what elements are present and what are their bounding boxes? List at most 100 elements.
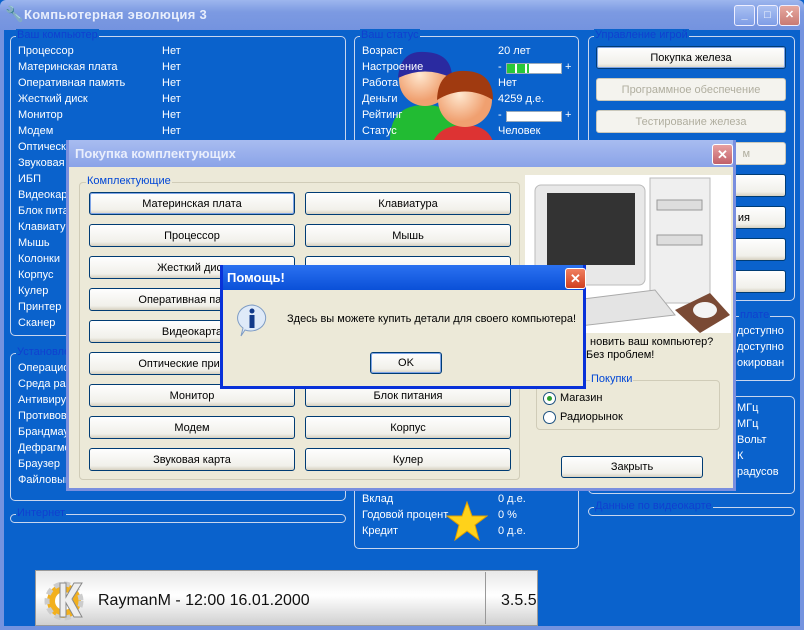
computer-group-title: Ваш компьютер xyxy=(16,29,99,41)
increase-rating-button[interactable]: + xyxy=(565,109,571,121)
status-rating-label: Рейтинг xyxy=(362,109,403,121)
radio-market-label: Радиорынок xyxy=(560,411,623,423)
minimize-button[interactable]: _ xyxy=(734,5,755,26)
status-credit-label: Кредит xyxy=(362,525,399,537)
shop-close-button[interactable]: Закрыть xyxy=(561,456,703,478)
status-status-label: Статус xyxy=(362,125,397,137)
control-button[interactable]: Тестирование железа xyxy=(596,110,786,133)
help-dialog: Помощь! ✕ Здесь вы можете купить детали … xyxy=(220,265,586,389)
mood-bar-fill xyxy=(507,64,529,73)
computer-item-label: Кулер xyxy=(18,285,49,297)
status-age-value: 20 лет xyxy=(498,45,531,57)
status-job-label: Работа xyxy=(362,77,399,89)
video-group-title: Данные по видеокарте xyxy=(594,500,713,512)
promo-text-1: новить ваш компьютер? xyxy=(590,336,714,348)
decrease-mood-button[interactable]: - xyxy=(498,61,502,73)
title-bar: 🔧 Компьютерная эволюция 3 _ □ ✕ xyxy=(0,0,804,30)
increase-mood-button[interactable]: + xyxy=(565,61,571,73)
radio-market[interactable] xyxy=(543,411,556,424)
help-dialog-title: Помощь! xyxy=(223,265,583,290)
shop-close-x-button[interactable]: ✕ xyxy=(712,144,733,165)
shop-dialog-title: Покупка комплектующих xyxy=(69,140,733,167)
computer-item-value: Нет xyxy=(162,125,181,137)
board-group-title: плате xyxy=(739,309,771,321)
computer-item-label: Принтер xyxy=(18,301,62,313)
close-button[interactable]: ✕ xyxy=(779,5,800,26)
status-bar: RaymanM - 12:00 16.01.2000 3.5.5 xyxy=(35,570,538,626)
status-group-title: Ваш статус xyxy=(360,29,420,41)
computer-item-value: Нет xyxy=(162,61,181,73)
internet-group-title: Интернет xyxy=(16,507,66,519)
sensor-item: радусов xyxy=(737,466,779,478)
internet-group: Интернет xyxy=(10,507,346,523)
help-close-x-button[interactable]: ✕ xyxy=(565,268,586,289)
computer-item-label: Монитор xyxy=(18,109,63,121)
computer-item-label: Процессор xyxy=(18,45,74,57)
purchase-group-title: Покупки xyxy=(590,373,634,385)
control-button[interactable]: Покупка железа xyxy=(596,46,786,69)
status-job-value: Нет xyxy=(498,77,517,89)
promo-text-2: Без проблем! xyxy=(586,349,655,361)
component-button[interactable]: Мышь xyxy=(305,224,511,247)
control-group-title: Управление игрой xyxy=(594,29,689,41)
status-mood-label: Настроение xyxy=(362,61,424,73)
status-credit-value: 0 д.е. xyxy=(498,525,526,537)
computer-item-label: Колонки xyxy=(18,253,60,265)
star-icon xyxy=(446,501,488,541)
component-button[interactable]: Процессор xyxy=(89,224,295,247)
status-money-label: Деньги xyxy=(362,93,398,105)
version-text: 3.5.5 xyxy=(501,592,537,609)
computer-item-value: Нет xyxy=(162,109,181,121)
component-button[interactable]: Клавиатура xyxy=(305,192,511,215)
board-item: доступно xyxy=(737,341,784,353)
computer-item-label: Жесткий диск xyxy=(18,93,88,105)
sensor-item: МГц xyxy=(737,402,759,414)
kde-gear-icon xyxy=(44,581,84,621)
info-icon xyxy=(237,304,267,337)
status-status-value: Человек xyxy=(498,125,541,137)
window-title: Компьютерная эволюция 3 xyxy=(24,7,208,22)
decrease-rating-button[interactable]: - xyxy=(498,109,502,121)
help-message: Здесь вы можете купить детали для своего… xyxy=(287,313,577,325)
computer-item-label: ИБП xyxy=(18,173,42,185)
computer-item-label: Сканер xyxy=(18,317,56,329)
computer-item-value: Нет xyxy=(162,45,181,57)
status-deposit-label: Вклад xyxy=(362,493,394,505)
board-item: окирован xyxy=(737,357,785,369)
sensor-item: Вольт xyxy=(737,434,767,446)
status-rate-label: Годовой процент xyxy=(362,509,449,521)
computer-item-value: Нет xyxy=(162,93,181,105)
components-group-title: Комплектующие xyxy=(86,175,172,187)
computer-item-value: Нет xyxy=(162,77,181,89)
status-age-label: Возраст xyxy=(362,45,404,57)
computer-item-label: Модем xyxy=(18,125,54,137)
maximize-button[interactable]: □ xyxy=(757,5,778,26)
software-item: Антивирус xyxy=(18,394,72,406)
component-button[interactable]: Модем xyxy=(89,416,295,439)
computer-item-label: Корпус xyxy=(18,269,54,281)
software-item: Браузер xyxy=(18,458,60,470)
component-button[interactable]: Корпус xyxy=(305,416,511,439)
board-item: доступно xyxy=(737,325,784,337)
component-button[interactable]: Материнская плата xyxy=(89,192,295,215)
rating-bar xyxy=(506,111,562,122)
sensor-item: МГц xyxy=(737,418,759,430)
component-button[interactable]: Звуковая карта xyxy=(89,448,295,471)
status-text: RaymanM - 12:00 16.01.2000 xyxy=(98,592,310,609)
radio-shop-label: Магазин xyxy=(560,392,603,404)
mood-bar xyxy=(506,63,562,74)
sensor-item: К xyxy=(737,450,744,462)
component-button[interactable]: Кулер xyxy=(305,448,511,471)
status-rate-value: 0 % xyxy=(498,509,517,521)
status-deposit-value: 0 д.е. xyxy=(498,493,526,505)
radio-shop[interactable] xyxy=(543,392,556,405)
video-group: Данные по видеокарте xyxy=(588,500,795,516)
ok-button[interactable]: OK xyxy=(370,352,442,374)
computer-item-label: Материнская плата xyxy=(18,61,118,73)
status-money-value: 4259 д.е. xyxy=(498,93,545,105)
computer-item-label: Мышь xyxy=(18,237,50,249)
computer-item-label: Оперативная память xyxy=(18,77,126,89)
wrench-icon: 🔧 xyxy=(5,6,24,23)
status-bar-divider xyxy=(485,572,486,624)
control-button[interactable]: Программное обеспечение xyxy=(596,78,786,101)
